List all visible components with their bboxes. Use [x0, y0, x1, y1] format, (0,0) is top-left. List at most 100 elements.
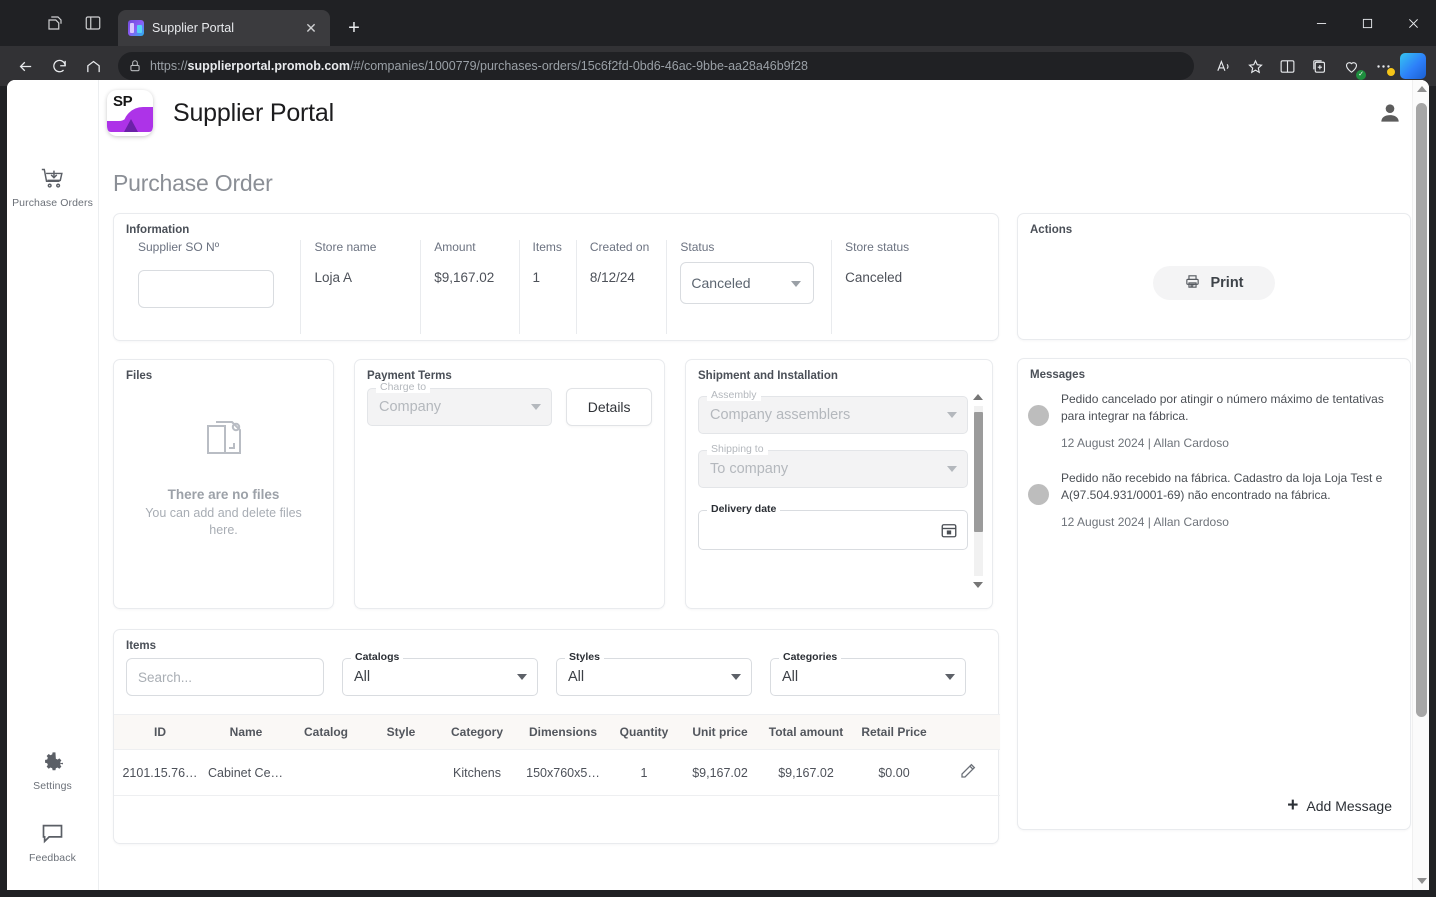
table-row[interactable]: 2101.15.76… Cabinet Cel… Kitchens 150x76… — [114, 749, 1000, 796]
column-header-unit-price[interactable]: Unit price — [680, 714, 760, 750]
styles-dropdown[interactable]: All Styles — [556, 651, 752, 696]
left-column: Information Supplier SO Nº Store name Lo… — [113, 213, 1000, 844]
app-header: SP Supplier Portal — [99, 80, 1429, 146]
add-message-button[interactable]: + Add Message — [1287, 796, 1392, 815]
catalogs-dropdown[interactable]: All Catalogs — [342, 651, 538, 696]
messages-card: Messages Pedido cancelado por atingir o … — [1017, 358, 1411, 830]
chevron-down-icon — [731, 674, 741, 680]
categories-label: Categories — [779, 651, 842, 663]
user-account-icon[interactable] — [1373, 96, 1407, 130]
tab-title: Supplier Portal — [152, 21, 234, 35]
information-section-label: Information — [126, 224, 190, 236]
split-screen-icon[interactable] — [1272, 51, 1302, 81]
message-text: Pedido não recebido na fábrica. Cadastro… — [1061, 470, 1383, 503]
column-header-quantity[interactable]: Quantity — [608, 714, 680, 750]
chevron-down-icon — [947, 412, 957, 418]
column-header-category[interactable]: Category — [436, 714, 518, 750]
copilot-icon[interactable] — [1400, 53, 1426, 79]
browser-essentials-icon[interactable] — [1336, 51, 1366, 81]
shipping-to-label: Shipping to — [707, 443, 768, 455]
rail-bottom-group: Settings Feedback — [7, 746, 99, 890]
chevron-down-icon — [947, 466, 957, 472]
home-icon[interactable] — [78, 51, 108, 81]
column-header-name[interactable]: Name — [206, 714, 286, 750]
scrollbar-thumb[interactable] — [974, 412, 983, 532]
close-tab-icon[interactable]: ✕ — [302, 19, 320, 37]
cell-style — [366, 749, 436, 796]
back-icon[interactable] — [10, 51, 40, 81]
column-header-retail-price[interactable]: Retail Price — [852, 714, 936, 750]
scroll-up-arrow-icon[interactable] — [1417, 86, 1427, 92]
new-tab-button[interactable]: + — [340, 14, 368, 42]
supplier-so-input[interactable] — [138, 270, 274, 308]
page-scrollbar[interactable] — [1412, 80, 1429, 890]
close-window-icon[interactable] — [1390, 0, 1436, 46]
scroll-up-arrow-icon[interactable] — [973, 394, 983, 400]
info-header: Amount — [434, 240, 476, 254]
avatar — [1028, 483, 1049, 505]
items-card: Items All Catalogs All Styles — [113, 629, 1000, 844]
files-empty-title: There are no files — [167, 487, 280, 502]
reload-icon[interactable] — [44, 51, 74, 81]
info-value: Loja A — [314, 270, 352, 285]
messages-section-label: Messages — [1030, 369, 1085, 381]
browser-tab[interactable]: Supplier Portal ✕ — [118, 10, 330, 46]
maximize-icon[interactable] — [1344, 0, 1390, 46]
logo-triangle-shape — [124, 119, 138, 132]
favorite-star-icon[interactable] — [1240, 51, 1270, 81]
sidebar-item-purchase-orders[interactable]: Purchase Orders — [7, 163, 99, 209]
address-bar[interactable]: https://supplierportal.promob.com/#/comp… — [118, 52, 1194, 80]
message-meta: 12 August 2024 | Allan Cardoso — [1061, 435, 1229, 450]
browser-titlebar: Supplier Portal ✕ + — [0, 0, 1436, 46]
message-text: Pedido cancelado por atingir o número má… — [1061, 392, 1384, 424]
assembly-dropdown[interactable]: Company assemblers Assembly — [698, 389, 968, 434]
shipping-to-dropdown[interactable]: To company Shipping to — [698, 443, 968, 488]
scroll-down-arrow-icon[interactable] — [973, 582, 983, 588]
info-header: Items — [532, 240, 562, 254]
catalogs-label: Catalogs — [351, 651, 404, 663]
info-value: Canceled — [845, 270, 903, 285]
collections-icon[interactable] — [1304, 51, 1334, 81]
delivery-date-field[interactable]: Delivery date — [698, 503, 968, 550]
delivery-date-label: Delivery date — [707, 503, 781, 515]
items-section-label: Items — [126, 640, 157, 652]
split-pane-icon[interactable] — [82, 12, 104, 34]
status-dropdown[interactable]: Canceled — [680, 262, 815, 304]
print-button[interactable]: Print — [1153, 266, 1275, 300]
files-section-label: Files — [126, 370, 153, 382]
files-empty-subtitle: You can add and delete files here. — [145, 506, 302, 537]
info-cell-amount: Amount $9,167.02 — [420, 240, 518, 334]
charge-to-dropdown[interactable]: Company Charge to — [367, 381, 553, 426]
page-scrollbar-thumb[interactable] — [1416, 103, 1427, 717]
column-header-catalog[interactable]: Catalog — [286, 714, 366, 750]
scroll-down-arrow-icon[interactable] — [1417, 878, 1427, 884]
info-value: $9,167.02 — [434, 270, 495, 285]
column-header-total-amount[interactable]: Total amount — [760, 714, 852, 750]
cell-category: Kitchens — [436, 749, 518, 796]
read-aloud-icon[interactable] — [1208, 51, 1238, 81]
column-header-style[interactable]: Style — [366, 714, 436, 750]
shipment-scrollbar[interactable] — [973, 394, 984, 588]
shipment-installation-card: Shipment and Installation Company assemb… — [685, 359, 993, 609]
chevron-down-icon — [791, 281, 802, 287]
details-button[interactable]: Details — [566, 388, 652, 426]
sidebar-item-settings[interactable]: Settings — [7, 746, 99, 792]
delivery-date-value — [698, 510, 968, 550]
search-input[interactable] — [126, 658, 324, 696]
sidebar-item-label: Purchase Orders — [12, 197, 93, 209]
categories-dropdown[interactable]: All Categories — [770, 651, 966, 696]
cell-unit-price: $9,167.02 — [680, 749, 760, 796]
minimize-icon[interactable] — [1298, 0, 1344, 46]
info-value: 1 — [532, 270, 541, 285]
content-columns: Information Supplier SO Nº Store name Lo… — [99, 213, 1411, 844]
shipment-section-label: Shipment and Installation — [698, 370, 838, 382]
app-logo: SP — [107, 90, 153, 136]
calendar-icon[interactable] — [940, 521, 958, 544]
pencil-icon[interactable] — [959, 762, 977, 780]
tab-group-icon[interactable] — [44, 12, 66, 34]
settings-more-icon[interactable] — [1368, 51, 1398, 81]
toolbar-right-icons — [1204, 51, 1426, 81]
column-header-id[interactable]: ID — [114, 714, 206, 750]
column-header-dimensions[interactable]: Dimensions — [518, 714, 608, 750]
sidebar-item-feedback[interactable]: Feedback — [7, 818, 99, 864]
